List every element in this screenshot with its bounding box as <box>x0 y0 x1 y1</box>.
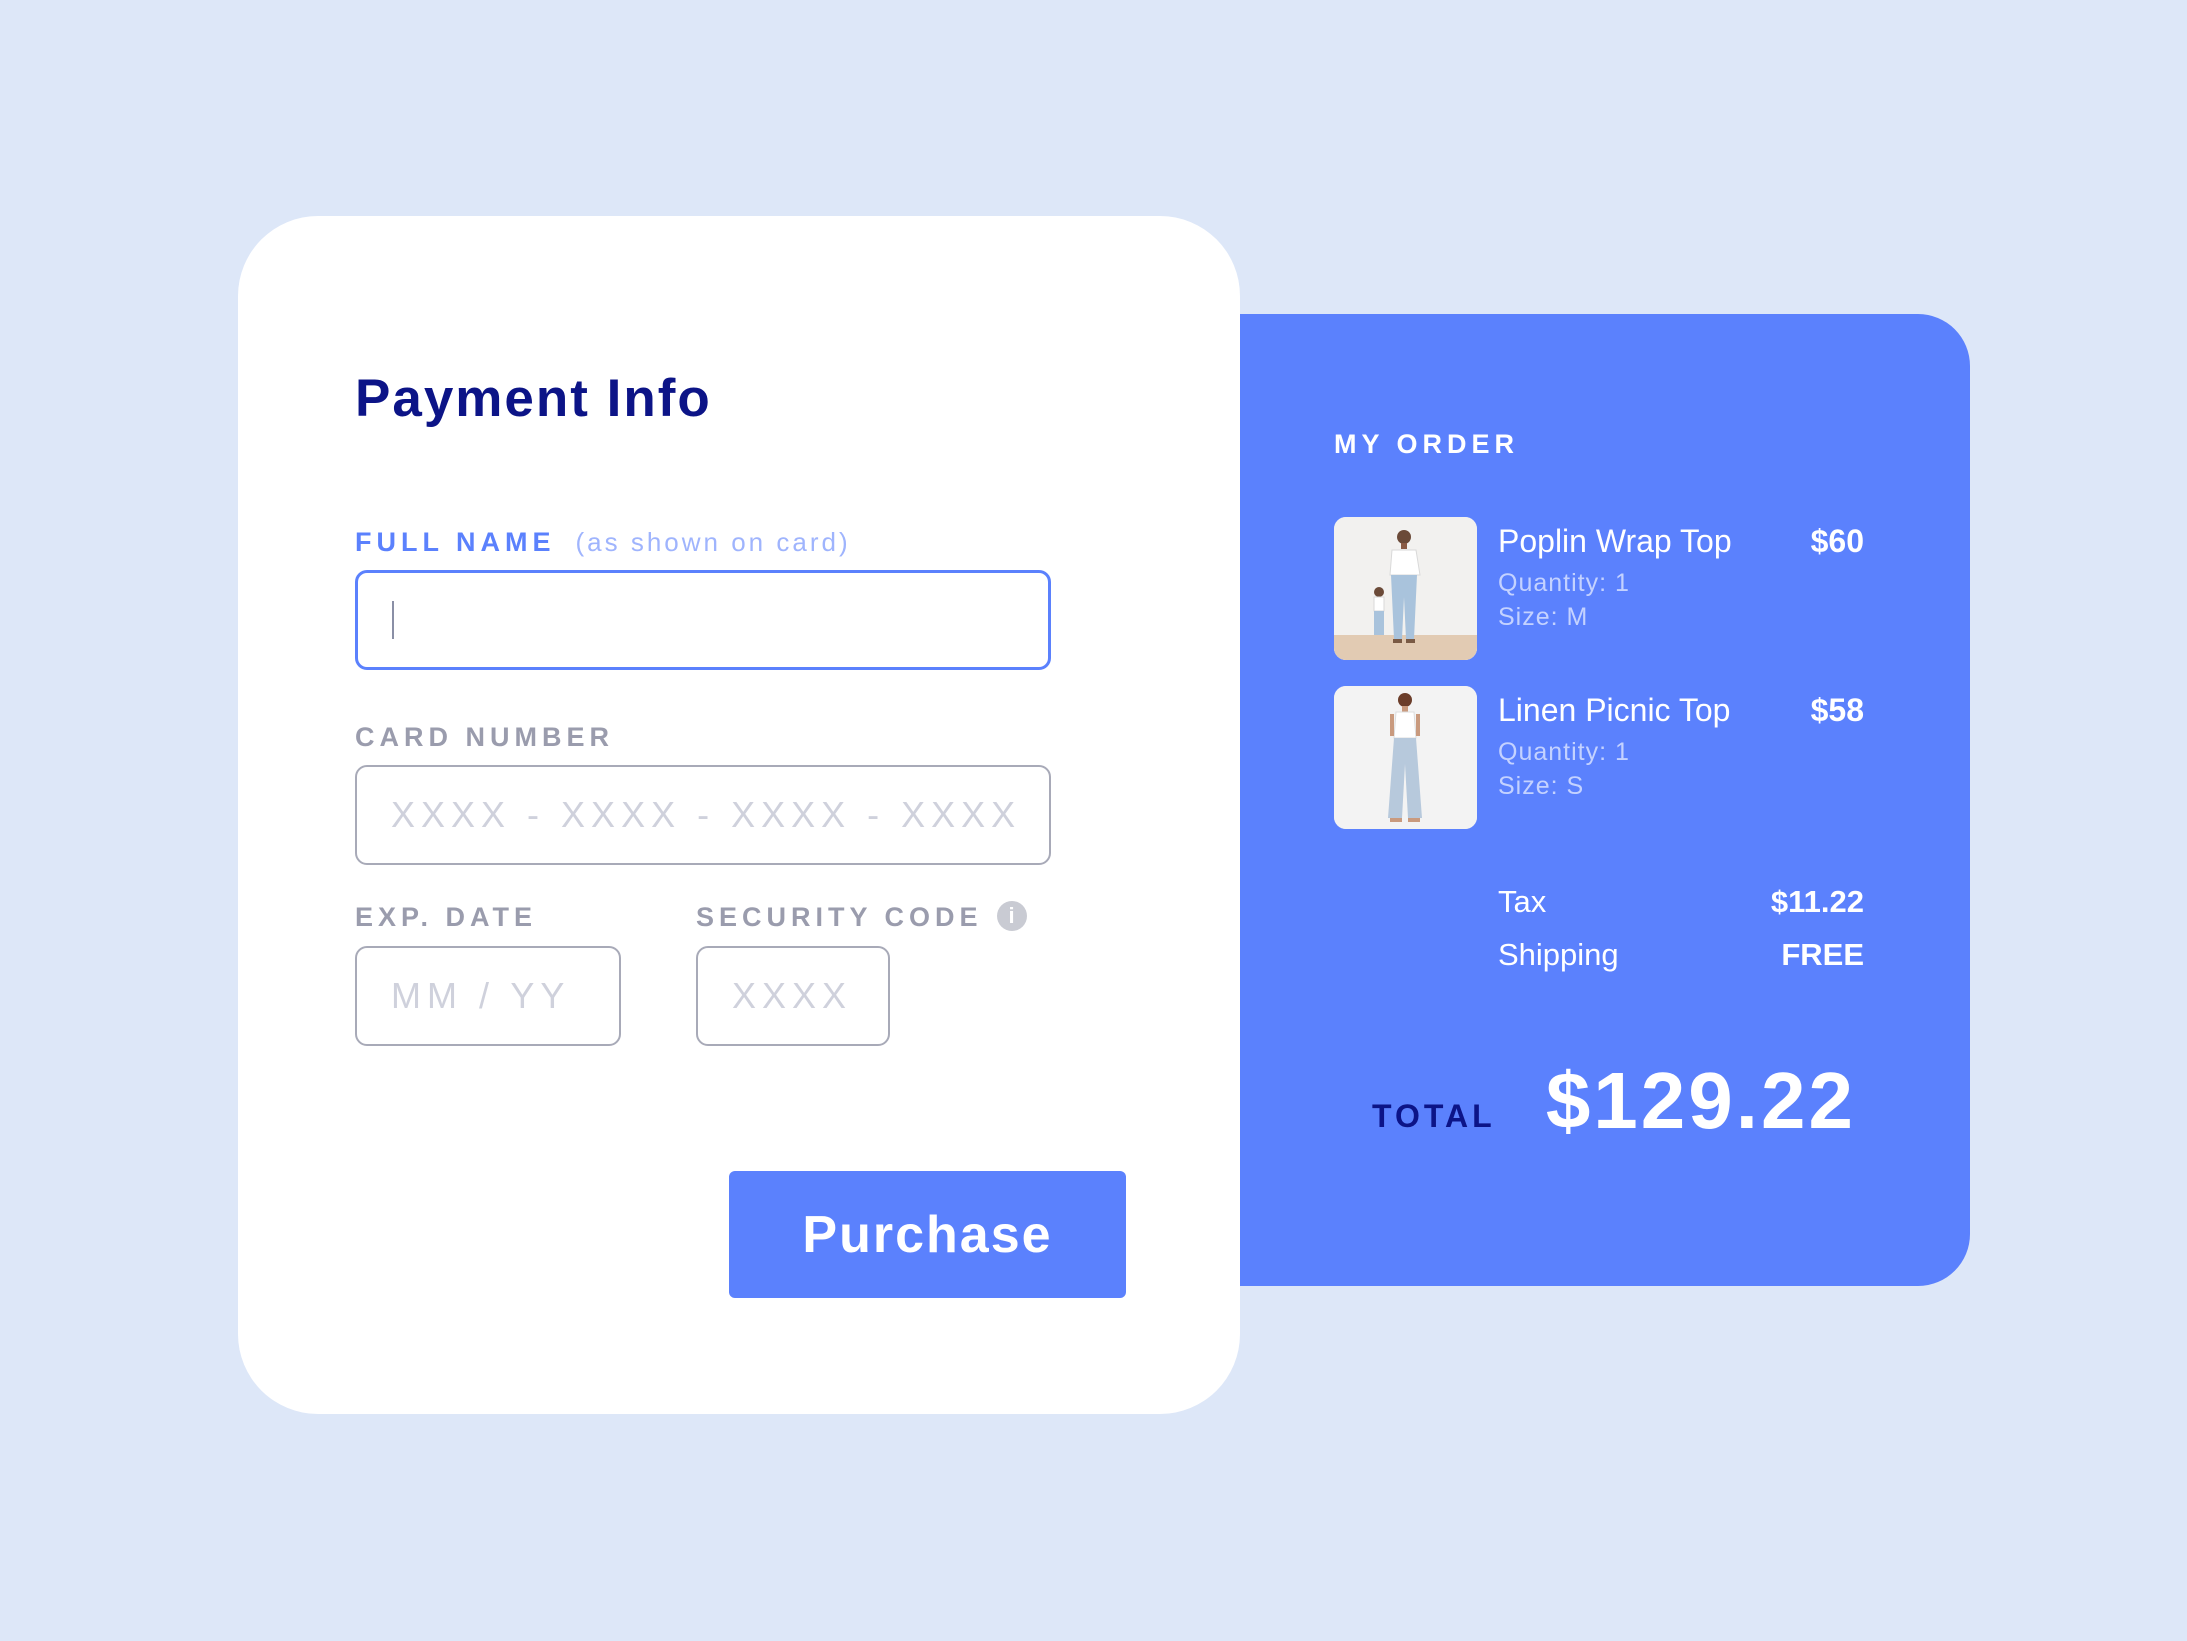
item-name: Linen Picnic Top <box>1498 692 1731 728</box>
page-title: Payment Info <box>355 369 712 428</box>
purchase-button[interactable]: Purchase <box>729 1171 1126 1298</box>
item-size: Size: S <box>1498 772 1585 800</box>
text-cursor <box>392 601 394 639</box>
full-name-label-text: FULL NAME <box>355 527 556 557</box>
card-number-input[interactable] <box>355 765 1051 865</box>
full-name-input[interactable] <box>355 570 1051 670</box>
total-label: TOTAL <box>1372 1098 1496 1134</box>
card-number-label: CARD NUMBER <box>355 722 614 752</box>
order-item: Poplin Wrap Top $60 Quantity: 1 Size: M <box>1334 517 1864 661</box>
total-value: $129.22 <box>1545 1056 1856 1145</box>
security-code-label-text: SECURITY CODE <box>696 902 983 932</box>
product-thumbnail <box>1334 517 1477 660</box>
shipping-value: FREE <box>1781 937 1864 972</box>
shipping-label: Shipping <box>1498 937 1619 972</box>
order-heading: MY ORDER <box>1334 429 1520 459</box>
shipping-row: Shipping FREE <box>1498 937 1864 977</box>
full-name-label: FULL NAME (as shown on card) <box>355 527 851 558</box>
item-price: $58 <box>1810 692 1864 728</box>
item-quantity: Quantity: 1 <box>1498 738 1630 766</box>
item-quantity: Quantity: 1 <box>1498 569 1630 597</box>
tax-label: Tax <box>1498 884 1547 919</box>
security-code-input[interactable] <box>696 946 890 1046</box>
order-item: Linen Picnic Top $58 Quantity: 1 Size: S <box>1334 686 1864 830</box>
info-icon[interactable]: i <box>996 900 1027 931</box>
tax-value: $11.22 <box>1770 884 1864 919</box>
item-price: $60 <box>1810 523 1864 559</box>
tax-row: Tax $11.22 <box>1498 884 1864 924</box>
exp-date-label: EXP. DATE <box>355 902 538 932</box>
payment-card: Payment Info FULL NAME (as shown on card)… <box>238 216 1240 1414</box>
item-size: Size: M <box>1498 603 1589 631</box>
full-name-hint: (as shown on card) <box>575 527 851 557</box>
security-code-label: SECURITY CODE i <box>696 900 1027 934</box>
product-thumbnail <box>1334 686 1477 829</box>
order-summary-panel: MY ORDER Poplin Wrap Top $60 Quantity: 1 <box>1180 314 1970 1286</box>
item-name: Poplin Wrap Top <box>1498 523 1732 559</box>
exp-date-input[interactable] <box>355 946 621 1046</box>
